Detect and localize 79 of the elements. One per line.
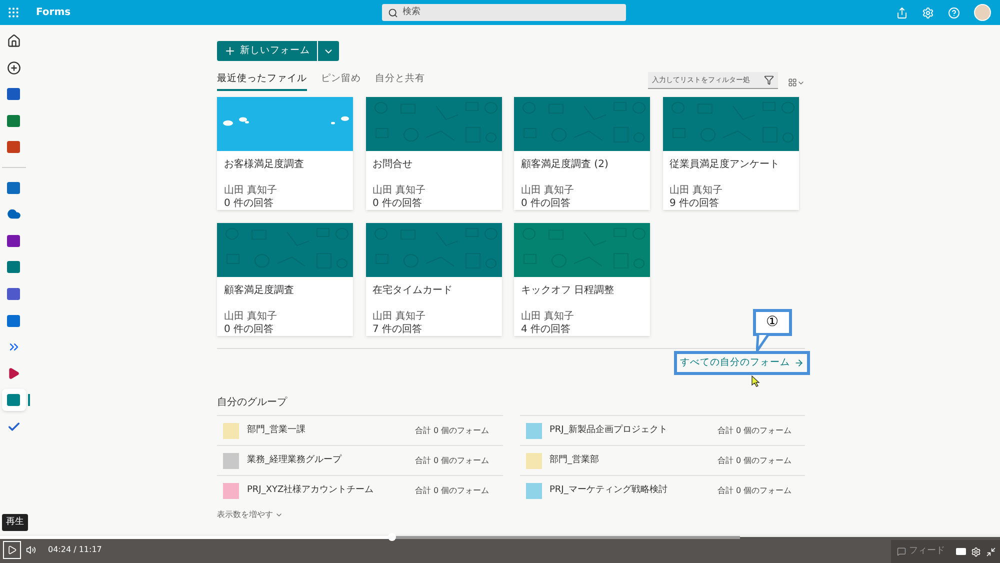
- group-row[interactable]: PRJ_新製品企画プロジェクト 合計 0 個のフォーム: [520, 415, 805, 446]
- cursor-icon: [751, 375, 760, 387]
- dropdown-button[interactable]: [318, 41, 339, 61]
- group-row[interactable]: PRJ_XYZ社様アカウントチーム 合計 0 個のフォーム: [217, 475, 502, 506]
- form-title: キックオフ 日程調整: [521, 284, 616, 298]
- group-name: 部門_営業一課: [247, 424, 306, 437]
- response-count: 0 件の回答: [224, 197, 275, 210]
- group-name: PRJ_新製品企画プロジェクト: [550, 424, 668, 437]
- response-count: 9 件の回答: [670, 197, 720, 210]
- search-field[interactable]: 検索: [382, 4, 626, 21]
- form-title: 従業員満足度アンケート: [670, 158, 780, 172]
- volume-icon[interactable]: [26, 545, 36, 555]
- help-icon[interactable]: [948, 6, 960, 18]
- exit-fullscreen-icon[interactable]: [986, 546, 996, 556]
- response-count: 7 件の回答: [372, 323, 424, 336]
- form-title: お問合せ: [372, 158, 414, 172]
- form-count: 合計 0 個のフォーム: [718, 484, 792, 497]
- arrow-right-icon: [794, 358, 804, 368]
- view-toggle[interactable]: [788, 78, 805, 87]
- group-row[interactable]: 部門_営業部 合計 0 個のフォーム: [520, 445, 805, 476]
- form-owner: 山田 真知子: [521, 311, 576, 323]
- group-name: PRJ_マーケティング戦略検討: [550, 484, 668, 497]
- form-count: 合計 0 個のフォーム: [415, 484, 490, 497]
- form-count: 合計 0 個のフォーム: [415, 454, 490, 467]
- tooltip: 再生: [2, 514, 28, 531]
- grid-icon: [788, 78, 797, 87]
- app-launcher-icon[interactable]: [7, 6, 20, 19]
- response-count: 0 件の回答: [224, 323, 275, 336]
- form-title: 在宅タイムカード: [372, 284, 454, 298]
- response-count: 0 件の回答: [372, 197, 424, 210]
- group-name: PRJ_XYZ社様アカウントチーム: [247, 484, 375, 497]
- group-row[interactable]: PRJ_マーケティング戦略検討 合計 0 個のフォーム: [520, 475, 805, 506]
- settings-icon[interactable]: [971, 546, 981, 556]
- form-owner: 山田 真知子: [521, 185, 576, 197]
- callout-pointer: [756, 335, 770, 352]
- plus-icon: [224, 45, 236, 57]
- form-owner: 山田 真知子: [224, 185, 278, 197]
- feedback-button[interactable]: フィード: [891, 540, 953, 563]
- share-icon[interactable]: [896, 6, 908, 18]
- progress-track[interactable]: [0, 536, 740, 539]
- play-icon: [7, 545, 17, 555]
- progress-thumb[interactable]: [388, 533, 396, 541]
- form-card[interactable]: お問合せ 山田 真知子 0 件の回答: [366, 97, 502, 210]
- tab[interactable]: 最近使ったファイル: [217, 72, 307, 91]
- group-row[interactable]: 部門_営業一課 合計 0 個のフォーム: [217, 415, 502, 446]
- section-title: 自分のグループ: [217, 396, 288, 410]
- new-form-button[interactable]: 新しいフォーム: [217, 41, 317, 61]
- form-card[interactable]: 顧客満足度調査 (2) 山田 真知子 0 件の回答: [514, 97, 650, 210]
- form-title: 顧客満足度調査 (2): [521, 158, 610, 172]
- show-more-button[interactable]: 表示数を増やす: [217, 509, 283, 522]
- form-card[interactable]: 顧客満足度調査 山田 真知子 0 件の回答: [217, 223, 353, 336]
- tab[interactable]: 自分と共有: [375, 72, 425, 91]
- response-count: 0 件の回答: [521, 197, 572, 210]
- form-owner: 山田 真知子: [224, 311, 278, 323]
- form-count: 合計 0 個のフォーム: [718, 424, 792, 437]
- time-display: 04:24 / 11:17: [48, 544, 102, 556]
- form-card[interactable]: 在宅タイムカード 山田 真知子 7 件の回答: [366, 223, 502, 336]
- form-count: 合計 0 個のフォーム: [718, 454, 792, 467]
- all-forms-link[interactable]: すべての自分のフォーム: [674, 351, 810, 376]
- avatar[interactable]: [974, 4, 991, 21]
- form-owner: 山田 真知子: [372, 311, 427, 323]
- form-card[interactable]: 従業員満足度アンケート 山田 真知子 9 件の回答: [662, 97, 798, 210]
- tab[interactable]: ピン留め: [321, 72, 361, 91]
- form-owner: 山田 真知子: [670, 185, 724, 197]
- form-title: 顧客満足度調査: [224, 284, 295, 298]
- comment-icon: [897, 547, 906, 556]
- form-count: 合計 0 個のフォーム: [415, 424, 490, 437]
- response-count: 4 件の回答: [521, 323, 572, 336]
- group-row[interactable]: 業務_経理業務グループ 合計 0 個のフォーム: [217, 445, 502, 476]
- play-button[interactable]: [3, 541, 21, 559]
- search-icon: [388, 8, 398, 18]
- form-owner: 山田 真知子: [372, 185, 427, 197]
- form-title: お客様満足度調査: [224, 158, 305, 172]
- group-name: 業務_経理業務グループ: [247, 454, 343, 467]
- filter-icon: [764, 75, 774, 85]
- search-input[interactable]: 検索: [402, 6, 620, 20]
- form-card[interactable]: キックオフ 日程調整 山田 真知子 4 件の回答: [514, 223, 650, 336]
- group-name: 部門_営業部: [550, 454, 600, 467]
- form-card[interactable]: お客様満足度調査 山田 真知子 0 件の回答: [217, 97, 353, 210]
